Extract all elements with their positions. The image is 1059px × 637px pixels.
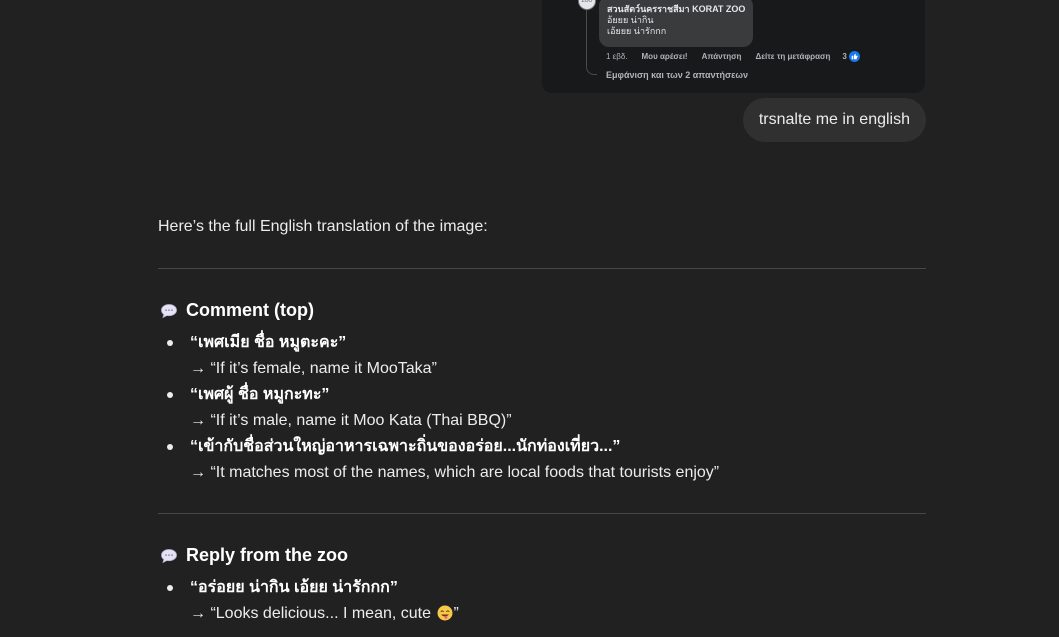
response-intro: Here’s the full English translation of t… [158,218,488,235]
bullet [167,444,173,450]
english-line: → “Looks delicious... I mean, cute ” [190,601,926,627]
chat-page: ZOO สวนสัตว์นครราชสีมา KORAT ZOO อ้ยยย น… [0,0,1059,637]
assistant-response: Here’s the full English translation of t… [158,213,926,622]
speech-bubble-icon [160,303,178,319]
thai-text: “อร่อยย น่ากิน เอ้ยย น่ารักกก” [190,579,398,596]
bullet [167,392,173,398]
zoo-reply-bubble: สวนสัตว์นครราชสีมา KORAT ZOO อ้ยยย น่ากิ… [599,0,753,47]
like-link: Μου αρέσει! [641,52,688,61]
reply-author: สวนสัตว์นครราชสีมา KORAT ZOO [607,4,746,14]
bullet [167,585,173,591]
section-title: Reply from the zoo [186,545,349,565]
thai-text: “เพศเมีย ชื่อ หมูตะคะ” [190,334,347,351]
speech-bubble-icon [160,548,178,564]
view-replies-link: Εμφάνιση και των 2 απαντήσεων [606,70,749,80]
bullet [167,340,173,346]
list-item: “เพศผู้ ชื่อ หมูกะทะ” → “If it’s male, n… [158,382,926,434]
face-savoring-food-icon [437,604,453,621]
translate-link: Δείτε τη μετάφραση [755,52,831,61]
reply-translation-list: “อร่อยย น่ากิน เอ้ยย น่ารักกก” → “Looks … [158,575,926,627]
list-item: “เพศเมีย ชื่อ หมูตะคะ” → “If it’s female… [158,330,926,382]
section-heading-comment: Comment (top) [160,300,314,321]
comment-translation-list: “เพศเมีย ชื่อ หมูตะคะ” → “If it’s female… [158,330,926,486]
comment-actions: 1 εβδ. Μου αρέσει! Απάντηση Δείτε τη μετ… [606,51,860,62]
list-item: “เข้ากับชื่อส่วนใหญ่อาหารเฉพาะถิ่นของอร่… [158,434,926,486]
section-title: Comment (top) [186,300,314,320]
divider-2 [158,513,926,514]
thai-text: “เข้ากับชื่อส่วนใหญ่อาหารเฉพาะถิ่นของอร่… [190,438,621,455]
english-text: → “It matches most of the names, which a… [190,464,720,481]
english-text: → “If it’s male, name it Moo Kata (Thai … [190,412,512,429]
thumbs-up-icon [848,51,860,62]
closing-quote: ” [453,605,459,622]
divider-1 [158,268,926,269]
reaction-count-value: 3 [842,52,847,61]
section-heading-reply: Reply from the zoo [160,545,348,566]
reaction-count: 3 [842,51,860,62]
comment-time: 1 εβδ. [606,52,628,61]
reply-line-1: อ้ยยย น่ากิน [607,15,654,25]
english-text: → “Looks delicious... I mean, cute [190,605,436,622]
thai-text: “เพศผู้ ชื่อ หมูกะทะ” [190,386,330,403]
reply-line-2: เอ้ยยย น่ารักกก [607,26,667,36]
list-item: “อร่อยย น่ากิน เอ้ยย น่ารักกก” → “Looks … [158,575,926,627]
english-text: → “If it’s female, name it MooTaka” [190,360,437,377]
user-message: trsnalte me in english [742,98,926,142]
thread-connector [586,0,597,75]
reply-link: Απάντηση [701,52,742,61]
attached-image[interactable]: ZOO สวนสัตว์นครราชสีมา KORAT ZOO อ้ยยย น… [542,0,925,93]
